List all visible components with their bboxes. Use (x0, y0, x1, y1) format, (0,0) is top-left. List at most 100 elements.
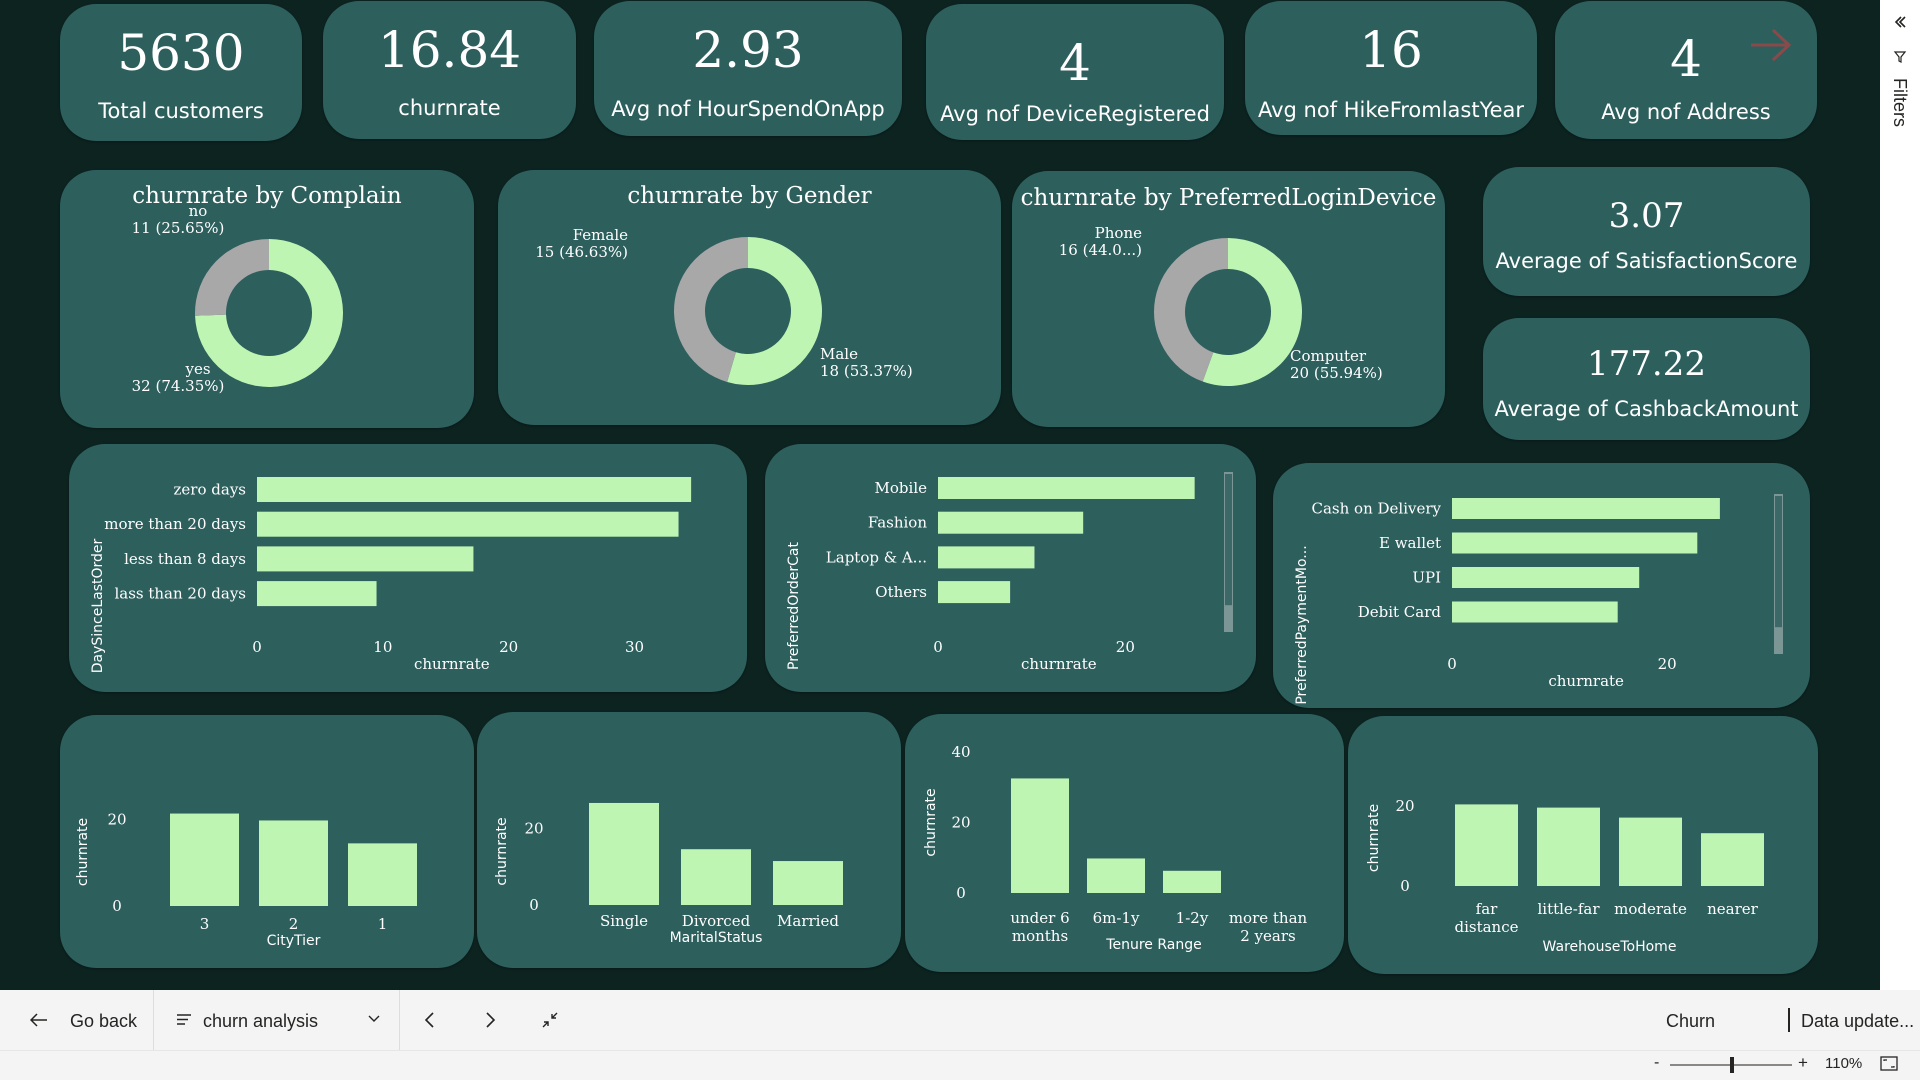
kpi-card-churnrate[interactable]: 16.84 churnrate (323, 1, 576, 139)
bar-chart: Cash on Delivery E wallet UPI Debit Card 0 20… (1294, 494, 1783, 705)
category-label: more than 20 days (104, 515, 246, 533)
x-tick-label: 20 (1116, 638, 1135, 656)
kpi-card-device-registered[interactable]: 4 Avg nof DeviceRegistered (926, 4, 1224, 140)
y-axis-title: PreferredPaymentMo... (1294, 545, 1310, 704)
slice-value-label: 11 (25.65%) (132, 219, 225, 237)
next-page-icon[interactable] (484, 1011, 496, 1029)
kpi-card-cashback[interactable]: 177.22 Average of CashbackAmount (1483, 318, 1810, 440)
page-name: churn analysis (203, 1011, 319, 1031)
y-axis-title: DaySinceLastOrder (90, 538, 106, 673)
kpi-card-satisfaction[interactable]: 3.07 Average of SatisfactionScore (1483, 167, 1810, 296)
bar (938, 581, 1011, 604)
go-back-button[interactable]: Go back (0, 990, 153, 1050)
kpi-value: 5630 (117, 24, 245, 82)
category-label: moderate (1614, 900, 1687, 918)
data-update-status[interactable]: Data update... (1801, 1011, 1914, 1032)
y-axis-title: PreferredOrderCat (786, 542, 802, 670)
x-axis-title: WarehouseToHome (1543, 939, 1677, 955)
bar (1163, 870, 1221, 893)
bar (170, 813, 239, 906)
category-label: Fashion (868, 514, 928, 532)
bar (1455, 804, 1518, 886)
zoom-out-button[interactable]: - (1654, 1054, 1659, 1072)
kpi-card-hour-spend[interactable]: 2.93 Avg nof HourSpendOnApp (594, 1, 902, 136)
donut-chart: no11 (25.65%) yes32 (74.35%) (132, 202, 343, 395)
fit-to-page-icon[interactable] (1880, 1056, 1898, 1071)
donut-chart: Female15 (46.63%) Male18 (53.37%) (535, 226, 913, 385)
bar (1619, 817, 1682, 886)
category-label: Mobile (875, 479, 928, 497)
bar (589, 802, 659, 905)
previous-page-icon[interactable] (424, 1011, 436, 1029)
filters-pane[interactable]: Filters (1880, 0, 1920, 990)
kpi-value: 3.07 (1608, 196, 1685, 236)
expand-pane-icon[interactable] (1892, 14, 1908, 30)
bar (938, 546, 1035, 569)
y-tick-label: 20 (951, 814, 970, 832)
arrow-right-icon[interactable] (1747, 25, 1795, 65)
category-label: zero days (174, 481, 246, 499)
chart-day-since-last-order[interactable]: zero days more than 20 days less than 8 da… (69, 444, 747, 692)
bar-chart: 3 2 1 0 20 CityTier churnrate (75, 811, 417, 949)
category-label: more than (1229, 909, 1308, 927)
bottom-navigation-bar: Go back churn analysis Churn Data update… (0, 990, 1920, 1080)
bar (1452, 532, 1698, 554)
kpi-label: Average of SatisfactionScore (1495, 249, 1798, 273)
kpi-label: Total customers (98, 99, 264, 123)
chart-city-tier[interactable]: 3 2 1 0 20 CityTier churnrate (60, 715, 474, 968)
chart-warehouse-to-home[interactable]: far distance little-far moderate nearer 0 20 Wa… (1348, 716, 1818, 974)
category-label: E wallet (1379, 534, 1441, 552)
category-label: 2 years (1240, 927, 1295, 945)
slice-name-label: no (189, 202, 208, 220)
kpi-value: 16.84 (377, 21, 522, 79)
category-label: 2 (289, 915, 299, 933)
report-name: Churn (1666, 1011, 1716, 1031)
x-tick-label: 30 (625, 638, 644, 656)
chevron-down-icon (368, 1015, 380, 1022)
bar (773, 861, 843, 905)
category-label: Debit Card (1358, 603, 1442, 621)
chart-preferred-payment-mode[interactable]: Cash on Delivery E wallet UPI Debit Card 0 20… (1273, 463, 1810, 708)
slice-value-label: 15 (46.63%) (535, 243, 628, 261)
chart-tenure-range[interactable]: under 6 months 6m-1y 1-2y more than 2 years 0 2… (905, 714, 1344, 972)
x-tick-label: 10 (373, 638, 392, 656)
go-back-label: Go back (70, 1011, 138, 1031)
y-axis-title: churnrate (1366, 804, 1382, 872)
bar (257, 511, 679, 537)
y-axis-title: churnrate (494, 817, 510, 885)
zoom-slider-thumb[interactable] (1730, 1057, 1734, 1073)
chart-preferred-order-cat[interactable]: Mobile Fashion Laptop & A... Others 0 20 churn… (765, 444, 1256, 692)
chart-churnrate-by-complain[interactable]: churnrate by Complain no 11 (25.65%) yes 32… (60, 170, 474, 428)
category-label: Cash on Delivery (1312, 500, 1442, 518)
y-tick-label: 0 (112, 897, 122, 915)
category-label: little-far (1537, 900, 1600, 918)
kpi-label: Avg nof HourSpendOnApp (611, 97, 885, 121)
bar (938, 511, 1084, 534)
bar (1452, 498, 1720, 519)
scrollbar-thumb (1775, 496, 1782, 628)
category-label: 1-2y (1176, 909, 1209, 927)
page-list-icon (177, 1014, 191, 1025)
x-axis-title: Tenure Range (1105, 937, 1201, 953)
slice-name-label: Phone (1095, 224, 1142, 242)
x-axis-title: CityTier (267, 933, 321, 949)
bar-chart: Single Divorced Married 0 20 MaritalStatus chu… (494, 802, 843, 946)
category-label: Single (600, 912, 648, 930)
category-label: months (1012, 927, 1068, 945)
zoom-in-button[interactable]: + (1798, 1053, 1808, 1073)
exit-fullscreen-icon[interactable] (541, 1011, 559, 1029)
chart-churnrate-by-gender[interactable]: churnrate by Gender Female 15 (46.63%) Mal… (498, 170, 1001, 425)
kpi-card-address[interactable]: 4 Avg nof Address (1555, 1, 1817, 139)
filters-label[interactable]: Filters (1889, 78, 1910, 127)
kpi-card-hike[interactable]: 16 Avg nof HikeFromlastYear (1245, 1, 1537, 135)
kpi-label: Avg nof Address (1601, 100, 1771, 124)
donut-chart: Phone16 (44.0...) Computer20 (55.94%) (1059, 224, 1383, 386)
kpi-card-total-customers[interactable]: 5630 Total customers (60, 4, 302, 141)
chart-marital-status[interactable]: Single Divorced Married 0 20 MaritalStatus chu… (477, 712, 901, 968)
kpi-label: Average of CashbackAmount (1494, 397, 1799, 421)
page-selector[interactable]: churn analysis (154, 990, 399, 1050)
x-axis-title: MaritalStatus (670, 930, 763, 946)
chart-churnrate-by-login-device[interactable]: churnrate by PreferredLoginDevice Phone 1… (1012, 171, 1445, 427)
filter-icon (1893, 51, 1907, 63)
y-tick-label: 0 (956, 884, 966, 902)
